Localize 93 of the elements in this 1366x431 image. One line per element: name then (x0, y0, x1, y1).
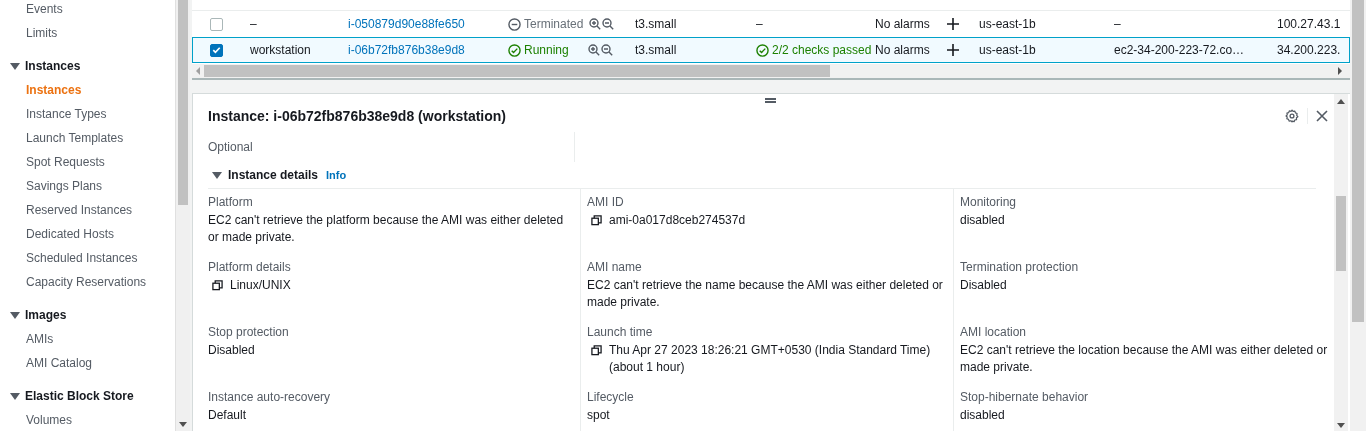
table-cell: No alarms (875, 43, 930, 57)
scrollbar-thumb[interactable] (178, 0, 188, 205)
caret-icon[interactable] (212, 171, 222, 179)
scrollbar-thumb[interactable] (1352, 0, 1364, 322)
instance-id-link[interactable]: i-050879d90e88fe650 (348, 17, 465, 31)
scroll-down-icon[interactable] (179, 422, 187, 427)
panel-title: Instance: i-06b72fb876b38e9d8 (workstation) (208, 108, 506, 124)
scrollbar[interactable] (1334, 94, 1348, 431)
field-label: Lifecycle (587, 390, 635, 404)
table-cell: – (250, 17, 257, 31)
table-cell: No alarms (875, 17, 930, 31)
field-label: Launch time (587, 325, 654, 339)
plus-icon[interactable] (947, 18, 959, 30)
table-cell: t3.small (635, 43, 677, 57)
sidebar-item[interactable]: Launch Templates (0, 126, 124, 150)
copy-icon[interactable] (591, 345, 602, 356)
horizontal-scrollbar[interactable] (192, 64, 1350, 78)
section-heading[interactable]: Instances (25, 59, 81, 73)
field-label: Monitoring (960, 195, 1018, 209)
sidebar-item[interactable]: Spot Requests (0, 150, 105, 174)
scrollbar[interactable] (175, 0, 190, 431)
field-label: Platform (208, 195, 254, 209)
sidebar-item[interactable]: Volumes (0, 408, 73, 431)
zoom-out-icon[interactable] (602, 18, 615, 30)
field-label: AMI name (587, 260, 643, 274)
sidebar-item[interactable]: Savings Plans (0, 174, 103, 198)
field-value: Linux/UNIX (230, 277, 291, 294)
table-cell: t3.small (635, 17, 677, 31)
field-label: Optional (208, 140, 253, 154)
field-label: AMI location (960, 325, 1028, 339)
field-value: Disabled (960, 278, 1007, 292)
table-cell: us-east-1b (979, 17, 1036, 31)
checkbox[interactable] (209, 17, 223, 31)
scrollbar-thumb[interactable] (204, 65, 830, 77)
copy-icon[interactable] (212, 280, 223, 291)
sidebar-item[interactable]: Capacity Reservations (0, 270, 147, 294)
field-value: ami-0a017d8ceb274537d (609, 212, 746, 229)
zoom-in-icon[interactable] (588, 44, 600, 56)
close-icon[interactable] (1316, 110, 1328, 122)
sidebar-item[interactable]: Dedicated Hosts (0, 222, 115, 246)
sidebar-item[interactable]: Limits (0, 21, 58, 45)
scroll-up-icon[interactable] (1337, 99, 1345, 104)
checkbox[interactable] (209, 43, 223, 57)
resize-handle-icon[interactable] (765, 98, 776, 103)
table-cell: 100.27.43.1 (1277, 17, 1341, 31)
sidebar-item[interactable]: Events (0, 0, 63, 21)
section-heading[interactable]: Elastic Block Store (25, 389, 134, 403)
scroll-down-icon[interactable] (1337, 423, 1345, 428)
field-value: EC2 can't retrieve the location because the AMI was either deleted or made private. (960, 343, 1328, 374)
field-value: Thu Apr 27 2023 18:26:21 GMT+0530 (India Standard Time) (about 1 hour) (609, 342, 932, 376)
table-cell: ec2-34-200-223-72.co… (1114, 43, 1245, 57)
scrollbar-thumb[interactable] (1336, 196, 1346, 271)
check-circle-icon (756, 43, 769, 57)
sidebar-item[interactable]: Reserved Instances (0, 198, 133, 222)
field-value: EC2 can't retrieve the platform because the AMI was either deleted or made private. (208, 213, 564, 244)
state-label: Terminated (524, 17, 584, 31)
field-label: Instance auto-recovery (208, 390, 332, 404)
caret-icon[interactable] (10, 392, 20, 400)
caret-icon[interactable] (10, 62, 20, 70)
field-label: AMI ID (587, 195, 625, 209)
field-label: Termination protection (960, 260, 1080, 274)
sidebar-item[interactable]: Instance Types (0, 102, 107, 126)
field-label: Stop-hibernate behavior (960, 390, 1090, 404)
field-value: spot (587, 408, 610, 422)
field-value: EC2 can't retrieve the name because the AMI was either deleted or made private. (587, 278, 943, 309)
caret-icon[interactable] (10, 311, 20, 319)
settings-icon[interactable] (1285, 109, 1299, 123)
selected-row[interactable]: workstation i-06b72fb876b38e9d8 Running t3.small 2/2 checks passed No alarms us-east-1b ec2-34-200-223-72.co… 34.200.223. (192, 37, 1350, 63)
section-heading[interactable]: Images (25, 308, 67, 322)
field-value: Disabled (208, 343, 255, 357)
field-label: Stop protection (208, 325, 290, 339)
table-cell: 2/2 checks passed (772, 43, 872, 57)
instance-id-link[interactable]: i-06b72fb876b38e9d8 (348, 43, 465, 57)
table-cell: workstation (250, 43, 311, 57)
sidebar-item[interactable]: AMI Catalog (0, 351, 93, 375)
info-link[interactable]: Info (326, 169, 347, 181)
sidebar-item[interactable]: Scheduled Instances (0, 246, 138, 270)
zoom-out-icon[interactable] (601, 44, 613, 56)
field-label: Platform details (208, 260, 292, 274)
field-value: Default (208, 408, 247, 422)
sidebar-item[interactable]: AMIs (0, 327, 54, 351)
field-value: disabled (960, 213, 1005, 227)
table-cell: 34.200.223. (1277, 43, 1341, 57)
state-label: Running (524, 43, 569, 57)
table-cell: – (1114, 17, 1121, 31)
scroll-right-icon[interactable] (1338, 67, 1342, 75)
table-cell: – (756, 17, 763, 31)
field-value: disabled (960, 408, 1005, 422)
table-cell: us-east-1b (979, 43, 1036, 57)
section-heading[interactable]: Instance details (228, 168, 319, 182)
copy-icon[interactable] (591, 215, 602, 226)
plus-icon[interactable] (947, 44, 959, 56)
zoom-in-icon[interactable] (589, 18, 602, 30)
